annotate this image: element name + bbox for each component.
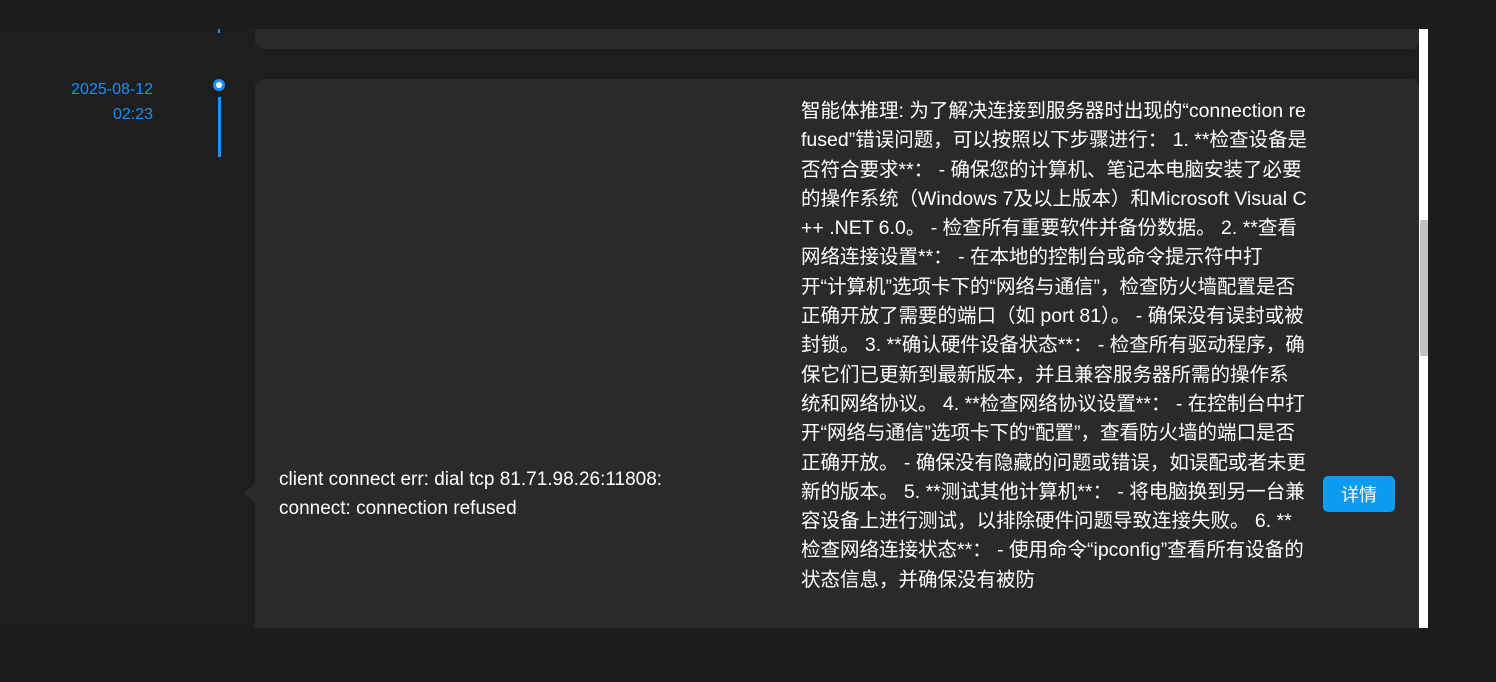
log-timestamp: 2025-08-12 02:23: [40, 77, 153, 127]
log-date: 2025-08-12: [71, 81, 153, 98]
timeline-line-previous: [218, 29, 220, 33]
card-pointer-arrow: [243, 483, 255, 503]
timeline-viewport: 2025-08-12 02:23 client connect err: dia…: [0, 29, 1428, 628]
previous-log-card: [255, 29, 1419, 49]
detail-button[interactable]: 详情: [1323, 476, 1395, 512]
bottom-bar: [0, 628, 1496, 682]
timeline-line: [218, 97, 221, 157]
log-time: 02:23: [112, 106, 153, 123]
agent-reasoning-text: 智能体推理: 为了解决连接到服务器时出现的“connection refused…: [801, 100, 1307, 591]
top-bar: [0, 0, 1496, 29]
scrollbar-thumb[interactable]: [1420, 220, 1428, 356]
error-message: client connect err: dial tcp 81.71.98.26…: [279, 469, 663, 519]
timeline-dot-icon: [213, 79, 225, 91]
